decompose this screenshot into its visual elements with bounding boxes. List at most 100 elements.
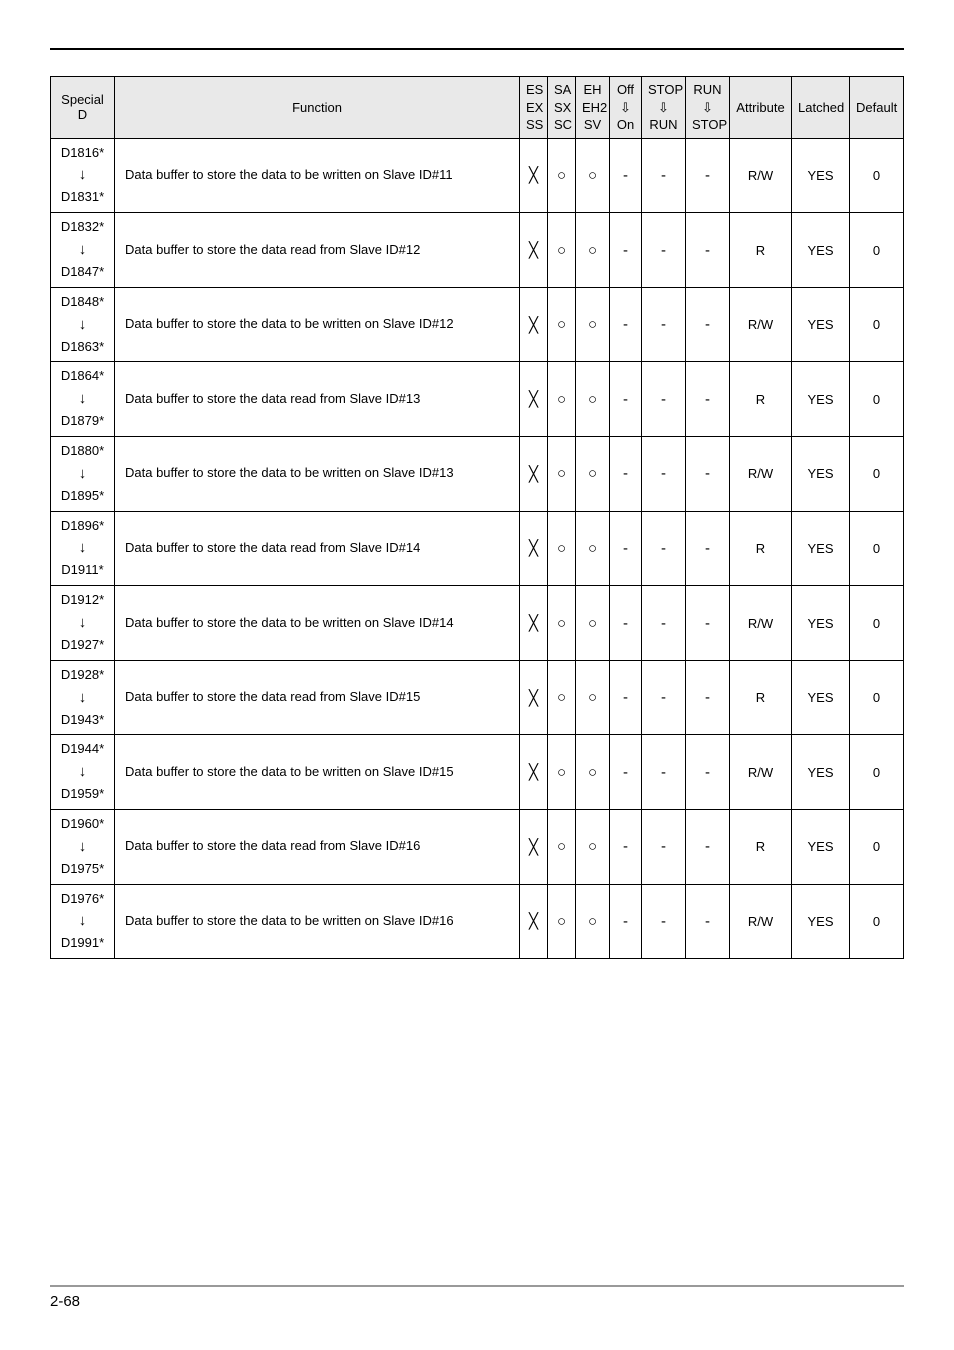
range-from: D1928*	[61, 667, 104, 682]
cell-latched: YES	[792, 735, 850, 810]
cell-eh: ○	[576, 660, 610, 735]
cell-attribute: R/W	[730, 287, 792, 362]
table-header-row: Special D Function ESEXSS SASXSC EHEH2SV…	[51, 77, 904, 139]
dash-icon: -	[661, 242, 666, 259]
register-table: Special D Function ESEXSS SASXSC EHEH2SV…	[50, 76, 904, 959]
cell-es: ╳	[520, 735, 548, 810]
range-from: D1848*	[61, 294, 104, 309]
cell-attribute: R	[730, 511, 792, 586]
dash-icon: -	[661, 689, 666, 706]
dash-icon: -	[623, 167, 628, 184]
function-desc: Data buffer to store the data read from …	[115, 511, 520, 586]
cell-attribute: R	[730, 809, 792, 884]
function-desc: Data buffer to store the data to be writ…	[115, 287, 520, 362]
cell-default: 0	[850, 735, 904, 810]
cell-es: ╳	[520, 511, 548, 586]
circle-icon: ○	[557, 764, 566, 781]
cell-off: -	[610, 213, 642, 288]
col-latched: Latched	[792, 77, 850, 139]
cell-latched: YES	[792, 213, 850, 288]
dash-icon: -	[661, 838, 666, 855]
special-d-range: D1928*↓D1943*	[51, 660, 115, 735]
cell-off: -	[610, 809, 642, 884]
cell-off: -	[610, 362, 642, 437]
down-arrow-icon: ↓	[79, 390, 87, 407]
cell-default: 0	[850, 362, 904, 437]
cell-off: -	[610, 735, 642, 810]
dash-icon: -	[705, 689, 710, 706]
range-from: D1976*	[61, 891, 104, 906]
circle-icon: ○	[588, 913, 597, 930]
col-es: ESEXSS	[520, 77, 548, 139]
circle-icon: ○	[588, 242, 597, 259]
circle-icon: ○	[588, 167, 597, 184]
cell-default: 0	[850, 511, 904, 586]
special-d-range: D1976*↓D1991*	[51, 884, 115, 959]
dash-icon: -	[661, 391, 666, 408]
cell-attribute: R/W	[730, 884, 792, 959]
circle-icon: ○	[588, 838, 597, 855]
table-row: D1960*↓D1975*Data buffer to store the da…	[51, 809, 904, 884]
range-from: D1896*	[61, 518, 104, 533]
table-row: D1912*↓D1927*Data buffer to store the da…	[51, 586, 904, 661]
cell-off: -	[610, 660, 642, 735]
cell-default: 0	[850, 660, 904, 735]
down-arrow-icon: ↓	[79, 763, 87, 780]
dash-icon: -	[705, 913, 710, 930]
circle-icon: ○	[557, 465, 566, 482]
down-arrow-icon: ↓	[79, 539, 87, 556]
cell-es: ╳	[520, 138, 548, 213]
cell-stop: -	[642, 884, 686, 959]
top-border	[50, 48, 904, 50]
cell-latched: YES	[792, 362, 850, 437]
cell-es: ╳	[520, 884, 548, 959]
dash-icon: -	[661, 615, 666, 632]
function-desc: Data buffer to store the data read from …	[115, 362, 520, 437]
special-d-range: D1896*↓D1911*	[51, 511, 115, 586]
table-row: D1880*↓D1895*Data buffer to store the da…	[51, 437, 904, 512]
cell-eh: ○	[576, 362, 610, 437]
circle-icon: ○	[557, 615, 566, 632]
special-d-range: D1832*↓D1847*	[51, 213, 115, 288]
table-row: D1928*↓D1943*Data buffer to store the da…	[51, 660, 904, 735]
function-desc: Data buffer to store the data read from …	[115, 809, 520, 884]
cell-eh: ○	[576, 213, 610, 288]
header-text: Latched	[798, 100, 844, 115]
cross-icon: ╳	[529, 690, 538, 707]
function-desc: Data buffer to store the data to be writ…	[115, 138, 520, 213]
cell-off: -	[610, 511, 642, 586]
header-text: Special D	[61, 92, 104, 122]
down-arrow-icon: ↓	[79, 912, 87, 929]
range-from: D1864*	[61, 368, 104, 383]
cell-eh: ○	[576, 511, 610, 586]
dash-icon: -	[705, 167, 710, 184]
page-footer: 2-68	[50, 1285, 904, 1310]
cross-icon: ╳	[529, 615, 538, 632]
cell-off: -	[610, 586, 642, 661]
special-d-range: D1816*↓D1831*	[51, 138, 115, 213]
cell-default: 0	[850, 138, 904, 213]
header-stack: SASXSC	[554, 81, 569, 134]
cell-stop: -	[642, 586, 686, 661]
cell-es: ╳	[520, 586, 548, 661]
range-from: D1880*	[61, 443, 104, 458]
cell-latched: YES	[792, 511, 850, 586]
cell-stop: -	[642, 660, 686, 735]
header-stack: RUN⇩STOP	[692, 81, 723, 134]
header-text: Function	[292, 100, 342, 115]
cell-eh: ○	[576, 287, 610, 362]
cell-latched: YES	[792, 884, 850, 959]
col-run-stop: RUN⇩STOP	[686, 77, 730, 139]
cell-eh: ○	[576, 586, 610, 661]
table-row: D1832*↓D1847*Data buffer to store the da…	[51, 213, 904, 288]
cross-icon: ╳	[529, 466, 538, 483]
header-text: Attribute	[736, 100, 784, 115]
col-special-d: Special D	[51, 77, 115, 139]
cell-latched: YES	[792, 660, 850, 735]
cell-sa: ○	[548, 138, 576, 213]
footer-border	[50, 1285, 904, 1287]
col-eh: EHEH2SV	[576, 77, 610, 139]
range-to: D1943*	[61, 712, 104, 727]
dash-icon: -	[623, 615, 628, 632]
cell-default: 0	[850, 213, 904, 288]
